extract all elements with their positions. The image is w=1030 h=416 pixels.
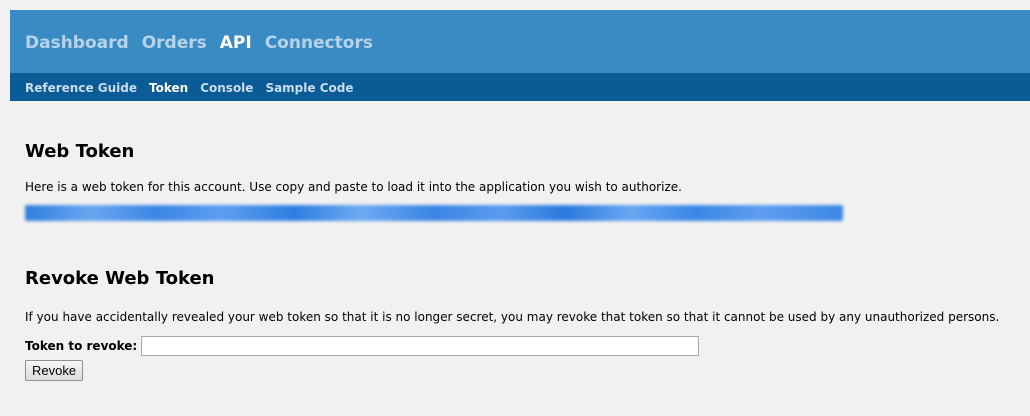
top-nav-api[interactable]: API [220, 32, 252, 54]
top-nav-items: Dashboard Orders API Connectors [25, 32, 386, 54]
sub-navigation-bar: Reference Guide Token Console Sample Cod… [10, 73, 1030, 101]
page: Dashboard Orders API Connectors Referenc… [0, 0, 1030, 416]
web-token-description: Here is a web token for this account. Us… [25, 180, 682, 194]
token-to-revoke-input[interactable] [141, 336, 700, 356]
sub-nav-token[interactable]: Token [149, 80, 188, 96]
revoke-button[interactable]: Revoke [25, 360, 84, 381]
revoke-token-description: If you have accidentally revealed your w… [25, 310, 1000, 324]
sub-nav-reference-guide[interactable]: Reference Guide [25, 80, 137, 96]
revoke-token-heading: Revoke Web Token [25, 268, 215, 289]
top-nav-orders[interactable]: Orders [142, 32, 207, 54]
sub-nav-console[interactable]: Console [200, 80, 253, 96]
web-token-value-redacted[interactable] [25, 205, 843, 221]
sub-nav-sample-code[interactable]: Sample Code [265, 80, 353, 96]
sub-nav-items: Reference Guide Token Console Sample Cod… [25, 80, 365, 96]
top-navigation-bar: Dashboard Orders API Connectors [10, 10, 1030, 73]
top-nav-connectors[interactable]: Connectors [265, 32, 373, 54]
top-nav-dashboard[interactable]: Dashboard [25, 32, 129, 54]
token-to-revoke-label: Token to revoke: [25, 339, 138, 353]
revoke-token-form-row: Token to revoke: [25, 336, 700, 356]
web-token-heading: Web Token [25, 141, 135, 162]
